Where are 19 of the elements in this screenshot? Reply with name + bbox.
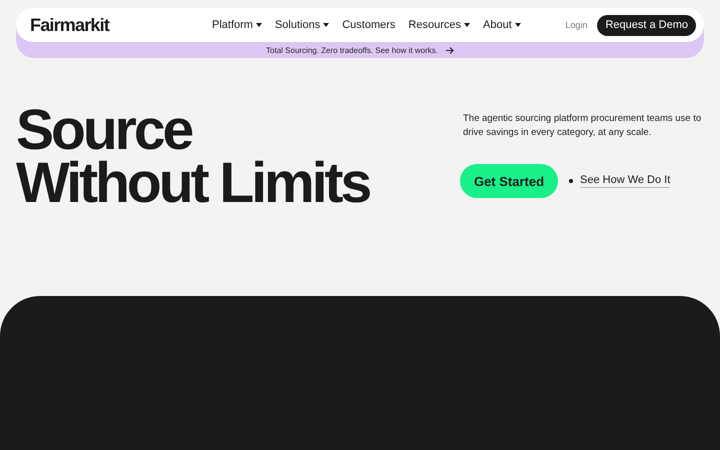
hero-title: Source Without Limits	[16, 98, 371, 217]
caret-icon	[323, 23, 330, 27]
login-link[interactable]: Login	[565, 20, 588, 30]
see-how-link[interactable]: See How We Do It	[580, 174, 670, 188]
logo[interactable]: Fairmarkit	[30, 14, 212, 36]
bullet-icon	[569, 179, 573, 183]
nav-link[interactable]: Solutions	[274, 19, 330, 31]
demo-button[interactable]: Request a Demo	[597, 14, 696, 36]
arrow-icon	[446, 47, 454, 54]
nav-link[interactable]: About	[483, 19, 521, 31]
nav-link[interactable]: Resources	[408, 19, 470, 31]
hero-description: The agentic sourcing platform procurement teams use to drive savings in every category, at any scale.	[463, 112, 702, 140]
banner-link[interactable]: Total Sourcing. Zero tradeoffs. See how it works.	[266, 46, 438, 55]
caret-icon	[256, 23, 262, 27]
get-started-button[interactable]: Get Started	[460, 164, 558, 198]
caret-icon	[464, 23, 470, 27]
caret-icon	[514, 23, 521, 27]
nav-link[interactable]: Platform	[212, 19, 262, 31]
nav-link[interactable]: Customers	[342, 19, 396, 31]
